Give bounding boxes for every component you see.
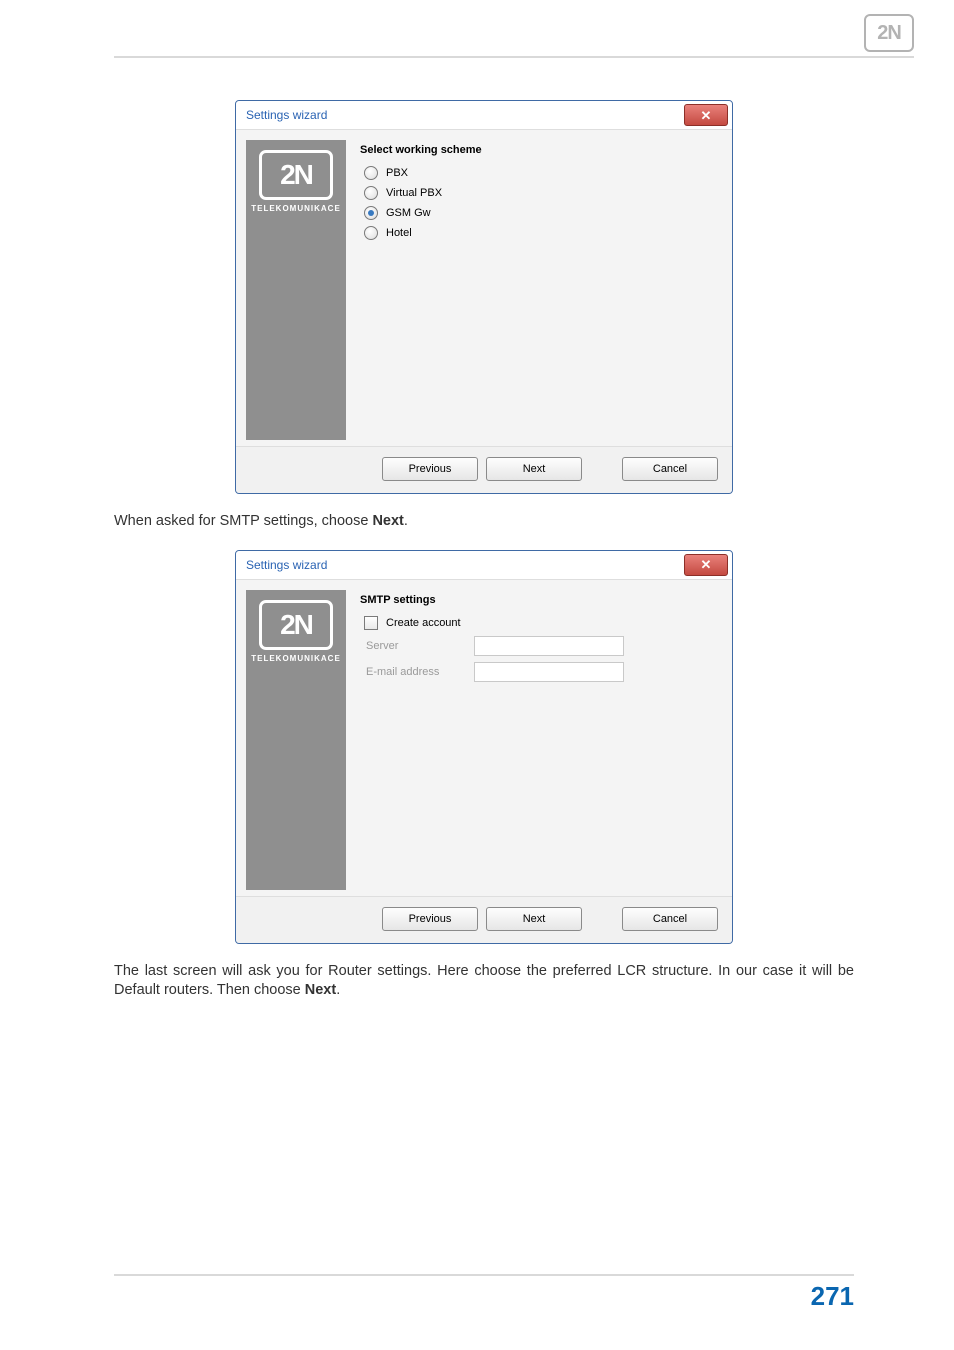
server-input[interactable]: [474, 636, 624, 656]
button-label: Previous: [409, 913, 452, 925]
paragraph-smtp-note: When asked for SMTP settings, choose Nex…: [114, 512, 854, 532]
brand-sidebar: 2N TELEKOMUNIKACE: [246, 590, 346, 890]
section-title: Select working scheme: [360, 144, 716, 156]
radio-icon: [364, 186, 378, 200]
header-logo-text: 2N: [877, 22, 901, 45]
cancel-button[interactable]: Cancel: [622, 457, 718, 481]
settings-wizard-dialog-scheme: Settings wizard ✕ 2N TELEKOMUNIKACE Sele…: [235, 100, 733, 494]
button-bar: Previous Next Cancel: [236, 447, 732, 493]
radio-gsm-gw[interactable]: GSM Gw: [364, 206, 716, 220]
text: .: [336, 982, 340, 998]
section-title: SMTP settings: [360, 594, 716, 606]
email-input[interactable]: [474, 662, 624, 682]
window-title: Settings wizard: [246, 558, 327, 572]
server-label: Server: [366, 640, 466, 652]
text-bold: Next: [305, 982, 336, 998]
close-button[interactable]: ✕: [684, 104, 728, 126]
create-account-checkbox[interactable]: Create account: [364, 616, 716, 630]
page-number: 271: [811, 1281, 854, 1312]
text-bold: Next: [372, 513, 403, 529]
button-label: Previous: [409, 463, 452, 475]
settings-wizard-dialog-smtp: Settings wizard ✕ 2N TELEKOMUNIKACE SMTP…: [235, 550, 733, 944]
text: When asked for SMTP settings, choose: [114, 513, 372, 529]
checkbox-icon: [364, 616, 378, 630]
radio-icon: [364, 226, 378, 240]
next-button[interactable]: Next: [486, 457, 582, 481]
button-label: Next: [523, 913, 546, 925]
radio-label: Virtual PBX: [386, 187, 442, 199]
email-label: E-mail address: [366, 666, 466, 678]
radio-label: PBX: [386, 167, 408, 179]
close-icon: ✕: [701, 558, 712, 571]
titlebar: Settings wizard ✕: [236, 551, 732, 579]
brand-logo: 2N: [259, 150, 333, 200]
header-rule: [114, 56, 914, 58]
close-icon: ✕: [701, 109, 712, 122]
paragraph-router-note: The last screen will ask you for Router …: [114, 962, 854, 1001]
close-button[interactable]: ✕: [684, 554, 728, 576]
radio-icon: [364, 166, 378, 180]
header-logo: 2N: [864, 14, 914, 52]
text: .: [404, 513, 408, 529]
text: The last screen will ask you for Router …: [114, 963, 854, 999]
brand-logo: 2N: [259, 600, 333, 650]
radio-label: Hotel: [386, 227, 412, 239]
button-label: Cancel: [653, 913, 687, 925]
checkbox-label: Create account: [386, 617, 461, 629]
radio-icon: [364, 206, 378, 220]
radio-label: GSM Gw: [386, 207, 431, 219]
radio-pbx[interactable]: PBX: [364, 166, 716, 180]
button-label: Next: [523, 463, 546, 475]
titlebar: Settings wizard ✕: [236, 101, 732, 129]
button-bar: Previous Next Cancel: [236, 897, 732, 943]
radio-virtual-pbx[interactable]: Virtual PBX: [364, 186, 716, 200]
brand-sidebar: 2N TELEKOMUNIKACE: [246, 140, 346, 440]
footer-rule: [114, 1274, 854, 1276]
previous-button[interactable]: Previous: [382, 457, 478, 481]
window-title: Settings wizard: [246, 108, 327, 122]
previous-button[interactable]: Previous: [382, 907, 478, 931]
next-button[interactable]: Next: [486, 907, 582, 931]
cancel-button[interactable]: Cancel: [622, 907, 718, 931]
button-label: Cancel: [653, 463, 687, 475]
brand-subtext: TELEKOMUNIKACE: [251, 654, 341, 663]
radio-hotel[interactable]: Hotel: [364, 226, 716, 240]
brand-subtext: TELEKOMUNIKACE: [251, 204, 341, 213]
